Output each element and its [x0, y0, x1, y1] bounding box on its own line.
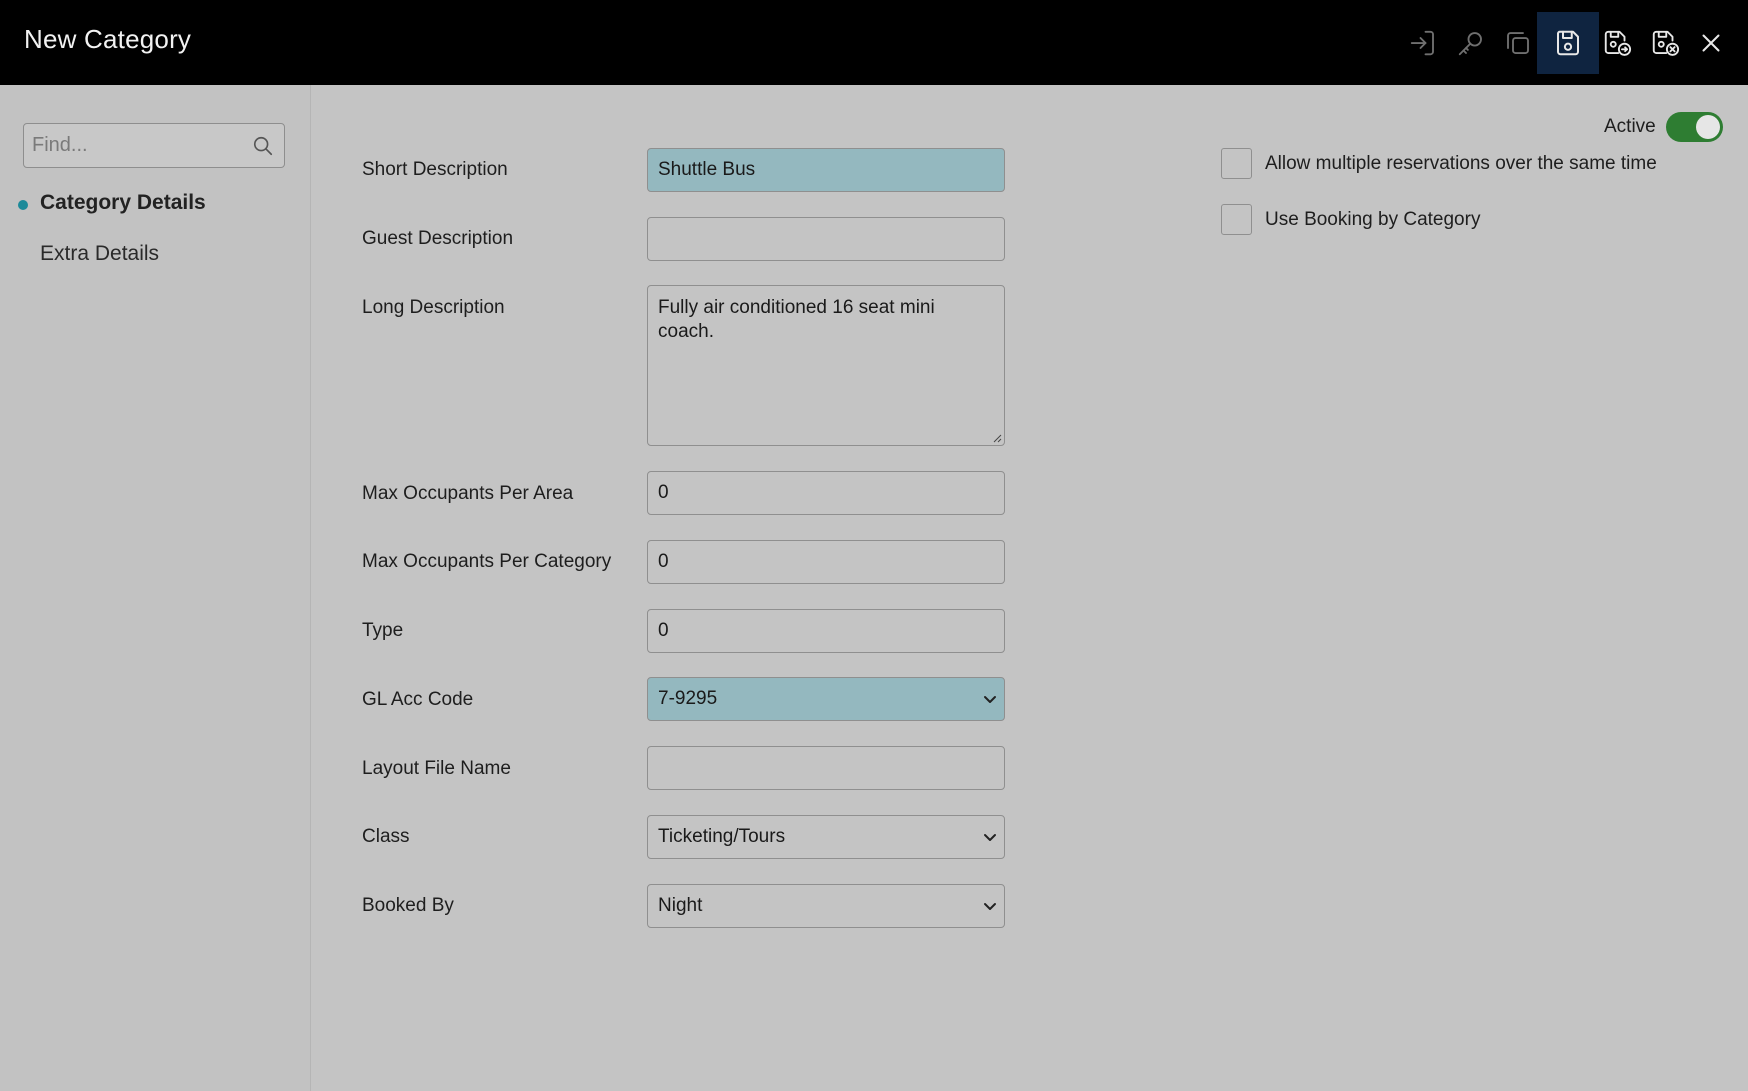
long-description-text: Fully air conditioned 16 seat mini coach…: [658, 297, 935, 342]
type-field[interactable]: 0: [647, 609, 1005, 653]
layout-file-name-field[interactable]: [647, 746, 1005, 790]
import-icon: [1410, 30, 1434, 56]
save-and-forward-icon: [1604, 30, 1632, 56]
long-description-label: Long Description: [362, 297, 505, 318]
class-value: Ticketing/Tours: [658, 826, 786, 847]
sidebar-item-extra-details[interactable]: Extra Details: [40, 242, 159, 266]
gl-acc-code-select[interactable]: 7-9295: [647, 677, 1005, 721]
short-description-label: Short Description: [362, 159, 508, 180]
window-title: New Category: [24, 24, 192, 54]
toggle-knob: [1696, 115, 1720, 139]
copy-icon: [1507, 32, 1529, 54]
find-box: [23, 123, 285, 168]
short-description-field[interactable]: Shuttle Bus: [647, 148, 1005, 192]
max-occupants-category-label: Max Occupants Per Category: [362, 551, 612, 572]
booked-by-value: Night: [658, 895, 703, 916]
active-toggle[interactable]: [1666, 112, 1723, 142]
long-description-field[interactable]: Fully air conditioned 16 seat mini coach…: [647, 285, 1005, 446]
close-icon: [1702, 34, 1720, 52]
use-booking-by-category-checkbox[interactable]: [1221, 204, 1252, 235]
guest-description-label: Guest Description: [362, 228, 514, 249]
max-occupants-category-field[interactable]: 0: [647, 540, 1005, 584]
sidebar-item-category-details[interactable]: Category Details: [40, 191, 206, 215]
allow-multiple-reservations-label: Allow multiple reservations over the sam…: [1265, 153, 1657, 174]
chevron-down-icon: [984, 696, 996, 703]
type-label: Type: [362, 620, 404, 641]
booked-by-label: Booked By: [362, 895, 454, 916]
chevron-down-icon: [984, 834, 996, 841]
class-label: Class: [362, 826, 410, 847]
save-icon: [1556, 30, 1579, 56]
key-icon: [1458, 32, 1482, 56]
chevron-down-icon: [984, 903, 996, 910]
close-button[interactable]: [1680, 12, 1742, 74]
search-input[interactable]: [24, 124, 244, 167]
gl-acc-code-label: GL Acc Code: [362, 689, 474, 710]
class-select[interactable]: Ticketing/Tours: [647, 815, 1005, 859]
resize-grip-icon[interactable]: [992, 433, 1002, 443]
layout-file-name-label: Layout File Name: [362, 758, 511, 779]
allow-multiple-reservations-checkbox[interactable]: [1221, 148, 1252, 179]
use-booking-by-category-label: Use Booking by Category: [1265, 209, 1481, 230]
sidebar: Category Details Extra Details: [0, 85, 311, 1091]
max-occupants-area-label: Max Occupants Per Area: [362, 483, 574, 504]
save-and-close-icon: [1652, 30, 1680, 56]
window-header: New Category: [0, 0, 1748, 85]
active-nav-indicator: [18, 200, 28, 210]
gl-acc-code-value: 7-9295: [658, 688, 718, 709]
max-occupants-area-field[interactable]: 0: [647, 471, 1005, 515]
search-icon[interactable]: [252, 135, 274, 157]
booked-by-select[interactable]: Night: [647, 884, 1005, 928]
active-label: Active: [1604, 116, 1656, 137]
guest-description-field[interactable]: [647, 217, 1005, 261]
